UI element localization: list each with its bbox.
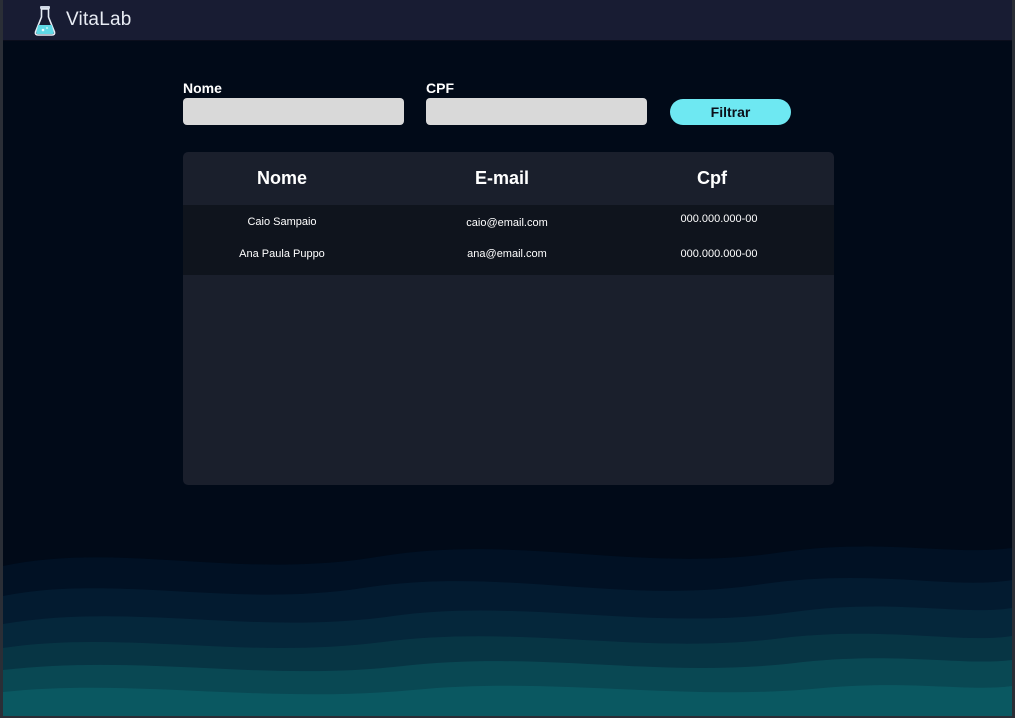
- table-row[interactable]: Ana Paula Puppo ana@email.com 000.000.00…: [183, 239, 834, 271]
- nome-filter-label: Nome: [183, 80, 222, 96]
- cpf-filter-label: CPF: [426, 80, 454, 96]
- app-window: VitaLab Nome CPF Filtrar Nome E-mail Cpf…: [0, 0, 1015, 718]
- table-row[interactable]: Caio Sampaio caio@email.com 000.000.000-…: [183, 207, 834, 239]
- top-bar: VitaLab: [3, 0, 1012, 41]
- patients-table: Nome E-mail Cpf Caio Sampaio caio@email.…: [183, 152, 834, 485]
- cell-cpf: 000.000.000-00: [680, 248, 758, 260]
- brand-name: VitaLab: [66, 9, 132, 30]
- cell-email: ana@email.com: [467, 248, 547, 260]
- column-header-email[interactable]: E-mail: [442, 168, 562, 189]
- cell-email: caio@email.com: [466, 217, 548, 229]
- flask-icon: [34, 6, 56, 36]
- column-header-nome[interactable]: Nome: [222, 168, 342, 189]
- cpf-filter-input[interactable]: [426, 98, 647, 125]
- table-header: Nome E-mail Cpf: [183, 152, 834, 205]
- wave-background: [3, 546, 1012, 716]
- cell-cpf: 000.000.000-00: [680, 213, 758, 225]
- filter-button[interactable]: Filtrar: [670, 99, 791, 125]
- column-header-cpf[interactable]: Cpf: [652, 168, 772, 189]
- table-body: Caio Sampaio caio@email.com 000.000.000-…: [183, 205, 834, 275]
- nome-filter-input[interactable]: [183, 98, 404, 125]
- cell-nome: Ana Paula Puppo: [239, 248, 325, 260]
- cell-nome: Caio Sampaio: [247, 216, 317, 228]
